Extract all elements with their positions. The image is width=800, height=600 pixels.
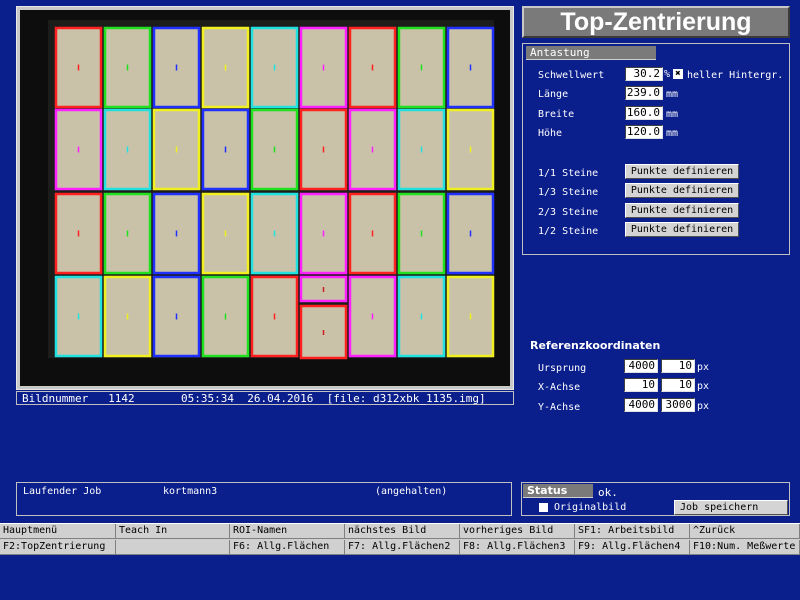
job-state: (angehalten) <box>375 486 448 497</box>
fkey-naechstes-bild[interactable]: nächstes Bild <box>345 524 460 539</box>
punkte-definieren-button[interactable]: Punkte definieren <box>625 183 739 198</box>
originalbild-label: Originalbild <box>554 502 627 513</box>
fkey-vorheriges-bild[interactable]: vorheriges Bild <box>460 524 575 539</box>
image-number-label: Bildnummer <box>22 391 89 405</box>
fkey-hauptmenue[interactable]: Hauptmenü <box>0 524 116 539</box>
fkey-allg-flaechen[interactable]: F6: Allg.Flächen <box>230 540 345 555</box>
hoehe-unit: mm <box>666 128 679 139</box>
camera-image-frame <box>16 6 514 390</box>
y-achse-y-field[interactable]: 3000 <box>661 398 695 412</box>
job-speichern-button[interactable]: Job speichern <box>674 500 788 515</box>
y-achse-x-field[interactable]: 4000 <box>624 398 658 412</box>
laenge-field[interactable]: 239.0 <box>625 86 663 100</box>
ursprung-y-field[interactable]: 10 <box>661 359 695 373</box>
fkey-teach-in[interactable]: Teach In <box>116 524 230 539</box>
laenge-label: Länge <box>538 89 569 100</box>
fkey-arbeitsbild[interactable]: SF1: Arbeitsbild <box>575 524 690 539</box>
heller-hintergrund-label: heller Hintergr. <box>687 70 784 81</box>
x-achse-unit: px <box>697 381 710 392</box>
fkey-allg-flaechen4[interactable]: F9: Allg.Flächen4 <box>575 540 690 555</box>
image-date: 26.04.2016 <box>247 391 314 405</box>
laufender-job-label: Laufender Job <box>23 486 102 497</box>
ursprung-unit: px <box>697 362 710 373</box>
fkey-zurueck[interactable]: ^Zurück <box>690 524 800 539</box>
steine-label: 1/3 Steine <box>538 187 599 198</box>
ursprung-label: Ursprung <box>538 363 587 374</box>
fkey-topzentrierung[interactable]: F2:TopZentrierung <box>0 540 116 555</box>
schwellwert-unit: % <box>664 69 671 80</box>
status-value: ok. <box>598 486 618 499</box>
fkey-allg-flaechen2[interactable]: F7: Allg.Flächen2 <box>345 540 460 555</box>
status-header: Status <box>523 484 593 498</box>
camera-image[interactable] <box>20 10 510 386</box>
breite-unit: mm <box>666 109 679 120</box>
y-achse-unit: px <box>697 401 710 412</box>
image-status-bar: Bildnummer 1142 05:35:34 26.04.2016 [fil… <box>16 391 514 405</box>
breite-field[interactable]: 160.0 <box>625 106 663 120</box>
heller-hintergrund-checkbox[interactable]: ✖ <box>673 69 683 79</box>
hoehe-field[interactable]: 120.0 <box>625 125 663 139</box>
brick-detection-overlay <box>48 20 495 360</box>
fkey-roi-namen[interactable]: ROI-Namen <box>230 524 345 539</box>
antastung-panel: Antastung Schwellwert 30.2 % ✖ heller Hi… <box>522 43 790 255</box>
y-achse-label: Y-Achse <box>538 402 581 413</box>
image-file: [file: d312xbk_1135.img] <box>326 391 486 405</box>
punkte-definieren-button[interactable]: Punkte definieren <box>625 164 739 179</box>
x-achse-x-field[interactable]: 10 <box>624 378 658 392</box>
status-panel: Status ok. Originalbild Job speichern <box>521 482 790 516</box>
originalbild-checkbox[interactable] <box>539 503 548 512</box>
schwellwert-field[interactable]: 30.2 <box>625 67 663 81</box>
antastung-header: Antastung <box>526 46 656 60</box>
steine-label: 1/2 Steine <box>538 226 599 237</box>
job-panel: Laufender Job kortmann3 (angehalten) <box>16 482 512 516</box>
ursprung-x-field[interactable]: 4000 <box>624 359 658 373</box>
breite-label: Breite <box>538 109 575 120</box>
laenge-unit: mm <box>666 89 679 100</box>
image-time: 05:35:34 <box>180 391 234 405</box>
steine-label: 2/3 Steine <box>538 207 599 218</box>
referenzkoordinaten-title: Referenzkoordinaten <box>530 339 661 352</box>
function-key-bar: Hauptmenü Teach In ROI-Namen nächstes Bi… <box>0 523 800 555</box>
x-achse-y-field[interactable]: 10 <box>661 378 695 392</box>
steine-label: 1/1 Steine <box>538 168 599 179</box>
schwellwert-label: Schwellwert <box>538 70 605 81</box>
punkte-definieren-button[interactable]: Punkte definieren <box>625 222 739 237</box>
punkte-definieren-button[interactable]: Punkte definieren <box>625 203 739 218</box>
fkey-num-messwerte[interactable]: F10:Num. Meßwerte <box>690 540 800 555</box>
page-title: Top-Zentrierung <box>522 6 790 38</box>
x-achse-label: X-Achse <box>538 382 581 393</box>
fkey-allg-flaechen3[interactable]: F8: Allg.Flächen3 <box>460 540 575 555</box>
hoehe-label: Höhe <box>538 128 563 139</box>
job-name: kortmann3 <box>163 486 218 497</box>
image-number: 1142 <box>108 391 135 405</box>
fkey-empty <box>116 540 230 555</box>
